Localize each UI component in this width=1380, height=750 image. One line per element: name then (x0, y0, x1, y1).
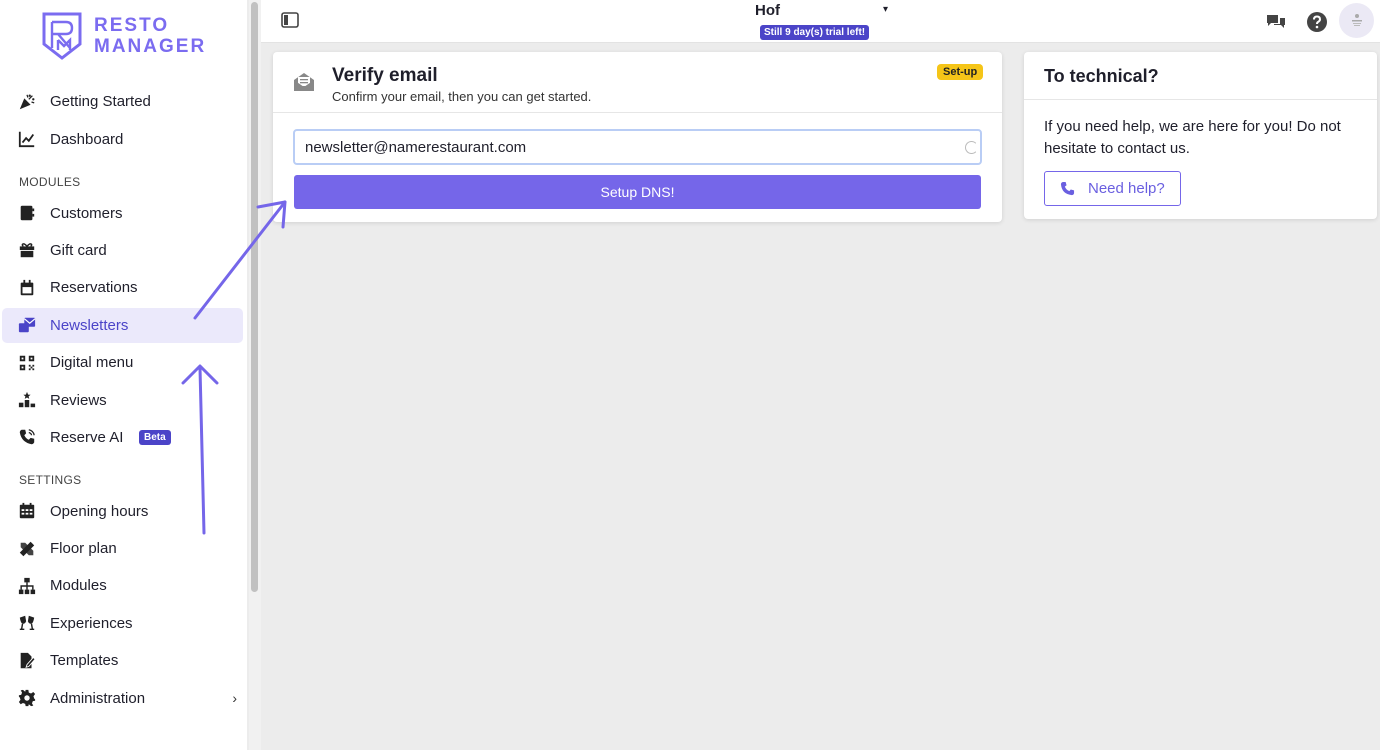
sidebar-item-getting-started[interactable]: Getting Started (2, 84, 243, 119)
envelope-open-icon (294, 73, 314, 91)
sidebar-item-label: Floor plan (50, 540, 117, 558)
sidebar-item-customers[interactable]: Customers (2, 196, 243, 231)
chevron-right-icon: › (232, 690, 237, 707)
sidebar-item-dashboard[interactable]: Dashboard (2, 122, 243, 157)
verify-email-card: Verify email Confirm your email, then yo… (273, 52, 1002, 222)
sidebar-item-reviews[interactable]: Reviews (2, 383, 243, 418)
file-signature-icon (16, 650, 38, 672)
gear-icon (16, 687, 38, 709)
sidebar-item-templates[interactable]: Templates (2, 643, 243, 678)
chat-icon[interactable] (1265, 11, 1287, 33)
podium-star-icon (16, 389, 38, 411)
loading-spinner-icon (965, 141, 978, 154)
brand-logo[interactable]: RESTO MANAGER (40, 10, 206, 62)
sidebar-item-label: Reviews (50, 391, 107, 409)
address-book-icon (16, 202, 38, 224)
setup-badge: Set-up (937, 64, 984, 80)
glasses-cheers-icon (16, 612, 38, 634)
sidebar-item-opening-hours[interactable]: Opening hours (2, 494, 243, 529)
sidebar-item-digital-menu[interactable]: Digital menu (2, 345, 243, 380)
caret-down-icon[interactable]: ▾ (883, 4, 888, 15)
sidebar-item-floor-plan[interactable]: Floor plan (2, 531, 243, 566)
sidebar-scrollbar[interactable] (249, 0, 261, 750)
calendar-icon (16, 277, 38, 299)
card-header: Verify email Confirm your email, then yo… (273, 52, 1002, 113)
card-header: To technical? (1024, 52, 1377, 100)
sidebar-item-newsletters[interactable]: Newsletters (2, 307, 243, 343)
logo-mark-icon (42, 12, 82, 60)
sidebar-item-label: Reservations (50, 279, 138, 297)
calendar-grid-icon (16, 500, 38, 522)
sidebar-item-label: Modules (50, 577, 107, 595)
top-bar: Hof ▾ Still 9 day(s) trial left! (261, 0, 1380, 43)
party-popper-icon (16, 91, 38, 113)
card-subtitle: Confirm your email, then you can get sta… (332, 89, 592, 104)
line-chart-icon (16, 128, 38, 150)
sidebar-item-administration[interactable]: Administration › (2, 681, 243, 716)
sidebar-item-label: Customers (50, 204, 123, 222)
help-icon[interactable] (1306, 11, 1328, 33)
sidebar-item-label: Opening hours (50, 502, 149, 520)
sidebar-item-label: Getting Started (50, 93, 151, 111)
brand-line-1: RESTO (94, 15, 170, 36)
sidebar-item-label: Digital menu (50, 354, 134, 372)
help-text: If you need help, we are here for you! D… (1044, 118, 1341, 157)
technical-help-card: To technical? If you need help, we are h… (1024, 52, 1377, 219)
sidebar-toggle-icon[interactable] (281, 12, 299, 28)
trial-badge: Still 9 day(s) trial left! (760, 25, 870, 40)
sidebar-item-label: Gift card (50, 241, 107, 259)
need-help-label: Need help? (1088, 180, 1165, 197)
email-field[interactable] (293, 129, 982, 165)
modules-heading: MODULES (19, 175, 81, 190)
sidebar-item-modules[interactable]: Modules (2, 568, 243, 603)
pencil-ruler-icon (16, 538, 38, 560)
sidebar-item-label: Newsletters (50, 316, 129, 334)
card-title: To technical? (1044, 66, 1159, 86)
sidebar-item-label: Dashboard (50, 130, 124, 148)
brand-line-2: MANAGER (94, 36, 207, 57)
sitemap-icon (16, 575, 38, 597)
scrollbar-thumb[interactable] (251, 2, 258, 592)
qr-code-icon (16, 352, 38, 374)
sidebar-item-gift-card[interactable]: Gift card (2, 233, 243, 268)
gift-icon (16, 239, 38, 261)
venue-selector[interactable]: Hof (755, 2, 780, 19)
settings-heading: SETTINGS (19, 473, 82, 488)
avatar-logo-icon (1351, 13, 1362, 26)
sidebar-item-label: Experiences (50, 614, 133, 632)
beta-badge: Beta (139, 429, 171, 445)
avatar[interactable] (1339, 3, 1374, 38)
need-help-button[interactable]: Need help? (1044, 171, 1181, 206)
sidebar-nav: Getting Started Dashboard MODULES Custom… (0, 82, 247, 718)
sidebar-item-label: Reserve AI (50, 428, 124, 446)
newsletter-icon (16, 314, 38, 336)
sidebar-item-experiences[interactable]: Experiences (2, 606, 243, 641)
sidebar: RESTO MANAGER Getting Started Dashboard … (0, 0, 247, 750)
phone-ai-icon (16, 426, 38, 448)
sidebar-item-reservations[interactable]: Reservations (2, 270, 243, 305)
setup-dns-button[interactable]: Setup DNS! (294, 175, 981, 209)
sidebar-item-label: Templates (50, 652, 119, 670)
phone-icon (1060, 181, 1075, 196)
sidebar-item-reserve-ai[interactable]: Reserve AI Beta (2, 420, 243, 455)
card-title: Verify email (332, 65, 438, 86)
sidebar-item-label: Administration (50, 689, 146, 707)
